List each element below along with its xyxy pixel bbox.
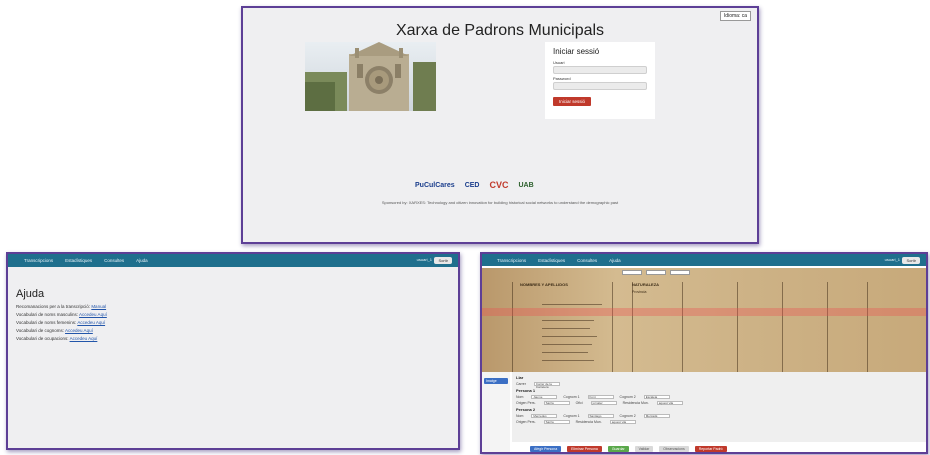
p1-cognom2-input[interactable]: Escaleta <box>643 394 670 400</box>
language-select[interactable]: Idioma: ca <box>719 11 751 21</box>
help-window: Transcripcions Estadístiques Consultes A… <box>6 252 460 450</box>
user-menu[interactable]: usuari_1 <box>417 257 432 262</box>
add-person-button[interactable]: Afegir Persona <box>530 446 562 452</box>
p1-nom-input[interactable]: Jaume <box>531 394 558 400</box>
report-padro-button[interactable]: Reportar Padró <box>694 446 727 452</box>
nav-estadistiques[interactable]: Estadístiques <box>538 258 565 263</box>
handwriting-line <box>542 336 597 337</box>
password-label: Password <box>553 76 571 81</box>
doc-column-line <box>827 282 828 372</box>
user-input[interactable] <box>553 66 647 74</box>
p1-origen-input[interactable]: Sarria <box>543 400 570 406</box>
handwriting-line <box>542 360 594 361</box>
p1-ofici-input[interactable]: jornaler <box>590 400 617 406</box>
top-navbar: Transcripcions Estadístiques Consultes A… <box>8 254 458 267</box>
logout-button[interactable]: Sortir <box>902 257 920 264</box>
noms-masculins-link[interactable]: Accedeu Aquí <box>79 312 107 317</box>
logo-uab: UAB <box>518 181 534 189</box>
logo-ced: CED <box>464 181 480 189</box>
doc-column-line <box>737 282 738 372</box>
nav-ajuda[interactable]: Ajuda <box>136 258 148 263</box>
observations-button[interactable]: Observacions <box>659 446 689 452</box>
user-label: Usuari <box>553 60 565 65</box>
nav-consultes[interactable]: Consultes <box>104 258 124 263</box>
church-photo <box>305 42 436 111</box>
logo-puculcares: PuCulCares <box>415 181 455 189</box>
login-button[interactable]: Iniciar sessió <box>553 97 592 106</box>
help-line-cognoms: Vocabulari de cognoms: Accedeu Aquí <box>16 328 93 333</box>
handwriting-line <box>542 320 594 321</box>
delete-person-button[interactable]: Eliminar Persona <box>567 446 602 452</box>
section-llar: Llar <box>516 375 524 380</box>
nav-ajuda[interactable]: Ajuda <box>609 258 621 263</box>
doc-column-line <box>632 282 633 372</box>
handwriting-line <box>542 352 588 353</box>
image-button[interactable]: Imatge <box>484 378 508 384</box>
help-line-manual: Recomanacions per a la transcripció: Man… <box>16 304 107 309</box>
doc-header-provincia: Provincia <box>632 290 647 294</box>
page-title: Xarxa de Padrons Municipals <box>395 22 605 39</box>
doc-column-line <box>612 282 613 372</box>
user-menu[interactable]: usuari_1 <box>885 257 900 262</box>
nav-transcripcions[interactable]: Transcripcions <box>24 258 53 263</box>
doc-column-line <box>512 282 513 372</box>
form-action-buttons: Afegir Persona Eliminar Persona Guardar … <box>530 446 727 452</box>
manual-link[interactable]: Manual <box>91 304 106 309</box>
section-persona-1: Persona 1 <box>516 388 536 393</box>
p1-residencia-input[interactable]: aquest vila <box>656 400 683 406</box>
nav-transcripcions[interactable]: Transcripcions <box>497 258 526 263</box>
login-form: Iniciar sessió Usuari Password Iniciar s… <box>545 42 655 119</box>
carrer-input[interactable]: Carrer de la Carretera <box>533 381 560 388</box>
transcription-form: Llar Carrer Carrer de la Carretera Perso… <box>512 372 926 442</box>
handwriting-line <box>542 304 602 305</box>
login-window: Idioma: ca Xarxa de Padrons Municipals I… <box>241 6 759 244</box>
cognoms-link[interactable]: Accedeu Aquí <box>65 328 93 333</box>
nav-consultes[interactable]: Consultes <box>577 258 597 263</box>
help-title: Ajuda <box>16 288 45 300</box>
p2-residencia-input[interactable]: aquest vila <box>609 419 636 425</box>
p2-cognom1-input[interactable]: Santiago <box>587 413 614 419</box>
help-line-noms-fem: Vocabulari de noms femenins: Accedeu Aqu… <box>16 320 106 325</box>
ocupacions-link[interactable]: Accedeu Aquí <box>70 336 98 341</box>
p1-cognom1-input[interactable]: Font <box>587 394 614 400</box>
nav-estadistiques[interactable]: Estadístiques <box>65 258 92 263</box>
section-persona-2: Persona 2 <box>516 407 536 412</box>
p2-origen-input[interactable]: Sarria <box>543 419 570 425</box>
sponsor-logos: PuCulCares CED CVC UAB <box>415 180 534 190</box>
p2-nom-input[interactable]: Mercedes <box>531 413 558 419</box>
left-panel: Imatge <box>482 372 510 452</box>
password-input[interactable] <box>553 82 647 90</box>
image-toolbar <box>622 270 690 275</box>
logo-cvc: CVC <box>489 180 509 190</box>
login-heading: Iniciar sessió <box>553 47 600 56</box>
p2-cognom2-input[interactable]: Mercadé <box>643 413 670 419</box>
census-document-image[interactable]: NOMBRES Y APELLIDOS NATURALEZA Provincia <box>482 268 926 372</box>
help-list: Recomanacions per a la transcripció: Man… <box>16 304 107 344</box>
doc-header-names: NOMBRES Y APELLIDOS <box>520 282 568 287</box>
doc-column-line <box>867 282 868 372</box>
doc-column-line <box>682 282 683 372</box>
save-button[interactable]: Guardar <box>607 446 629 452</box>
logout-button[interactable]: Sortir <box>434 257 452 264</box>
handwriting-line <box>542 344 592 345</box>
doc-column-line <box>782 282 783 372</box>
help-line-noms-masc: Vocabulari de noms masculins: Accedeu Aq… <box>16 312 107 317</box>
validate-button[interactable]: Validar <box>634 446 654 452</box>
noms-femenins-link[interactable]: Accedeu Aquí <box>77 320 105 325</box>
brightness-input[interactable] <box>646 270 666 275</box>
zoom-input[interactable] <box>622 270 642 275</box>
doc-header-naturaleza: NATURALEZA <box>632 282 660 287</box>
contrast-input[interactable] <box>670 270 690 275</box>
help-line-ocupacions: Vocabulari de ocupacions: Accedeu Aquí <box>16 336 98 341</box>
top-navbar: Transcripcions Estadístiques Consultes A… <box>482 254 926 266</box>
handwriting-line <box>542 328 590 329</box>
selected-row-highlight <box>482 308 926 316</box>
sponsor-text: Sponsored by: XARXES: Technology and cit… <box>381 200 619 205</box>
transcription-window: Transcripcions Estadístiques Consultes A… <box>480 252 928 454</box>
